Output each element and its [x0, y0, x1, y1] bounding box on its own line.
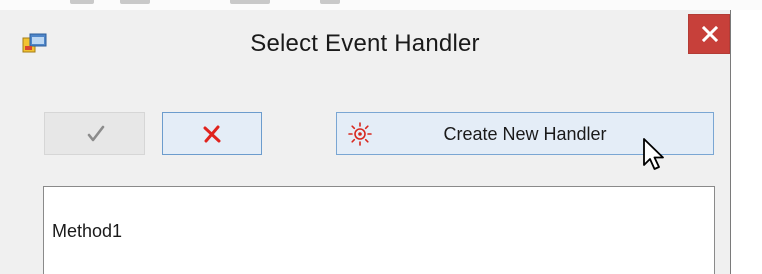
- red-x-icon: [203, 125, 221, 143]
- cancel-button[interactable]: [162, 112, 262, 155]
- list-item[interactable]: Method1: [52, 221, 122, 242]
- handler-list[interactable]: Method1: [43, 186, 715, 274]
- create-new-handler-button[interactable]: Create New Handler: [336, 112, 714, 155]
- background-window-strip: [0, 0, 762, 10]
- window-title: Select Event Handler: [250, 30, 480, 57]
- checkmark-icon: [87, 125, 105, 142]
- title-bar: Select Event Handler: [0, 10, 730, 72]
- ok-button[interactable]: [44, 112, 145, 155]
- close-button[interactable]: [688, 14, 730, 54]
- select-event-handler-dialog: Select Event Handler Create New Handler …: [0, 10, 731, 274]
- close-icon: [702, 26, 718, 42]
- create-new-handler-label: Create New Handler: [443, 124, 607, 144]
- screenshot: Select Event Handler Create New Handler …: [0, 0, 762, 274]
